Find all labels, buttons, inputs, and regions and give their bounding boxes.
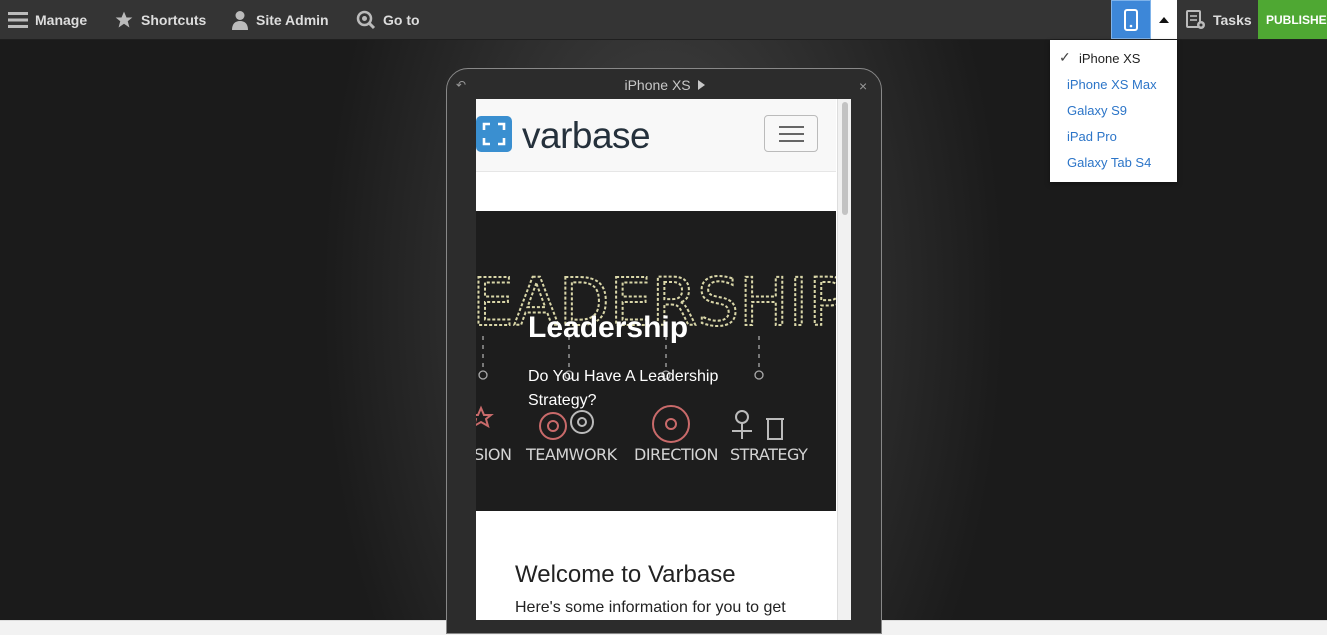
site-logo-text[interactable]: varbase bbox=[522, 115, 651, 157]
hero-chalkboard-image: EADERSHIP SION TEAMWORK DIRECTION STRATE… bbox=[476, 211, 836, 511]
chalk-label: STRATEGY bbox=[730, 445, 808, 464]
tasks-label: Tasks bbox=[1213, 11, 1252, 28]
hero-title: Leadership bbox=[528, 311, 689, 344]
burger-line bbox=[779, 140, 804, 142]
device-option-iphone-xs-max[interactable]: iPhone XS Max bbox=[1067, 77, 1157, 92]
device-option-galaxy-s9[interactable]: Galaxy S9 bbox=[1067, 103, 1127, 118]
site-admin-label: Site Admin bbox=[256, 11, 329, 28]
play-arrow-icon bbox=[697, 80, 705, 90]
manage-menu[interactable]: Manage bbox=[8, 0, 87, 39]
close-icon[interactable]: × bbox=[859, 78, 867, 94]
goto-search-icon bbox=[356, 10, 376, 29]
tasks-icon bbox=[1186, 9, 1205, 29]
device-title-label: iPhone XS bbox=[624, 77, 691, 93]
moderation-status-badge[interactable]: PUBLISHED bbox=[1258, 0, 1327, 39]
hero-subtitle: Do You Have A Leadership Strategy? bbox=[528, 368, 719, 409]
device-option-galaxy-tab-s4[interactable]: Galaxy Tab S4 bbox=[1067, 155, 1151, 170]
user-icon bbox=[232, 10, 248, 30]
site-header: varbase bbox=[476, 99, 836, 172]
device-option-ipad-pro[interactable]: iPad Pro bbox=[1067, 129, 1117, 144]
shortcuts-menu[interactable]: Shortcuts bbox=[114, 0, 206, 39]
device-frame-title: iPhone XS bbox=[447, 77, 883, 93]
welcome-heading: Welcome to Varbase bbox=[515, 561, 736, 588]
caret-up-icon bbox=[1159, 17, 1169, 23]
checkmark-icon: ✓ bbox=[1059, 49, 1071, 65]
hamburger-icon bbox=[8, 11, 28, 28]
device-dropdown-toggle[interactable] bbox=[1151, 0, 1177, 39]
shortcuts-label: Shortcuts bbox=[141, 11, 207, 28]
manage-label: Manage bbox=[35, 11, 88, 28]
chalk-label: DIRECTION bbox=[634, 445, 718, 464]
goto-menu[interactable]: Go to bbox=[356, 0, 420, 39]
tasks-menu[interactable]: Tasks bbox=[1186, 0, 1252, 39]
responsive-preview-button[interactable] bbox=[1111, 0, 1151, 39]
welcome-intro-text: Here's some information for you to get bbox=[515, 599, 786, 616]
varbase-logo-icon[interactable] bbox=[476, 116, 512, 152]
chalk-label: SION bbox=[476, 445, 511, 464]
scrollbar-thumb[interactable] bbox=[842, 102, 848, 215]
device-option-iphone-xs[interactable]: iPhone XS bbox=[1079, 51, 1140, 66]
chalk-label: TEAMWORK bbox=[525, 445, 618, 464]
mobile-menu-toggle[interactable] bbox=[764, 115, 818, 152]
site-admin-menu[interactable]: Site Admin bbox=[231, 0, 329, 39]
burger-line bbox=[779, 126, 804, 128]
admin-toolbar: Manage Shortcuts Site Admin Go to Tasks … bbox=[0, 0, 1327, 40]
viewport-scrollbar[interactable] bbox=[837, 99, 851, 620]
burger-line bbox=[779, 133, 804, 135]
device-viewport: varbase EADERSHIP SION TEAMWORK DIRECTIO… bbox=[476, 99, 851, 620]
goto-label: Go to bbox=[383, 11, 420, 28]
star-icon bbox=[115, 11, 133, 27]
mobile-device-icon bbox=[1124, 8, 1138, 31]
hero-banner[interactable]: EADERSHIP SION TEAMWORK DIRECTION STRATE… bbox=[476, 211, 836, 511]
device-dropdown-menu: ✓ iPhone XS iPhone XS Max Galaxy S9 iPad… bbox=[1050, 40, 1177, 182]
